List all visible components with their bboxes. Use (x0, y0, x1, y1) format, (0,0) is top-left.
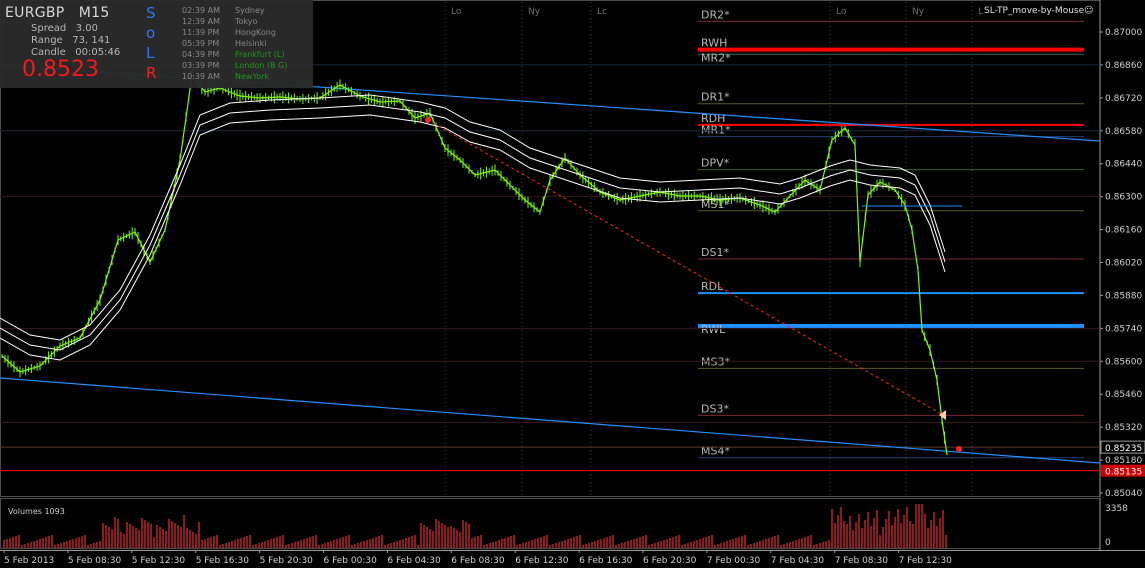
session-marker-label: Ny (912, 7, 925, 17)
letter-o: o (146, 24, 156, 42)
symbol-info-panel: EURGBP M15 Spread 3.00 Range 73, 141 Can… (0, 0, 313, 88)
price-tick-label: 0.85740 (1105, 324, 1142, 334)
trend-start-point (425, 117, 431, 123)
symbol-label: EURGBP M15 (5, 5, 110, 21)
session-name: HongKong (235, 28, 276, 37)
volume-subwindow[interactable]: 3358 0 (0, 498, 1145, 550)
time-tick-label: 5 Feb 20:30 (260, 556, 314, 566)
session-name: Tokyo (235, 17, 258, 26)
letter-l: L (146, 44, 155, 62)
smiley-icon: ☺ (1084, 6, 1094, 16)
letter-r: R (146, 64, 157, 82)
time-tick-label: 5 Feb 16:30 (196, 556, 250, 566)
price-tick-label: 0.85460 (1105, 390, 1142, 400)
price-tick-label: 0.86580 (1105, 127, 1142, 137)
price-tick-label: 0.86300 (1105, 193, 1142, 203)
ask-price-label: 0.85135 (1105, 468, 1142, 478)
pivot-level-label: DPV* (701, 157, 730, 170)
moving-average-band (0, 114, 946, 361)
time-tick-label: 6 Feb 20:30 (643, 556, 697, 566)
pivot-level-label: DR1* (701, 91, 730, 104)
moving-average-band (0, 94, 946, 341)
price-tick-label: 0.86860 (1105, 61, 1142, 71)
session-time: 03:39 PM (182, 61, 220, 70)
session-time: 04:39 PM (182, 50, 220, 59)
pivot-level-label: RDL (701, 280, 724, 293)
time-tick-label: 7 Feb 04:30 (771, 556, 825, 566)
time-tick-label: 7 Feb 12:30 (899, 556, 953, 566)
range-value: 73, 141 (72, 35, 111, 46)
session-marker-label: Lo (451, 7, 462, 17)
volume-zero-tick: 0 (1105, 538, 1111, 548)
price-tick-label: 0.85180 (1105, 456, 1142, 466)
session-time: 10:39 AM (182, 72, 220, 81)
price-tick-label: 0.85040 (1105, 489, 1142, 497)
pivot-level-label: RWL (701, 323, 726, 336)
session-name: Frankfurt (L) (235, 50, 285, 59)
time-tick-label: 7 Feb 00:30 (707, 556, 761, 566)
pivot-level-label: DS3* (701, 402, 729, 415)
volume-label: Volumes 1093 (8, 507, 65, 516)
volume-bars (3, 504, 947, 548)
price-tick-label: 0.86720 (1105, 94, 1142, 104)
time-axis[interactable]: 5 Feb 2013 5 Feb 08:30 5 Feb 12:30 5 Feb 16… (0, 550, 1145, 568)
session-marker-label: Ny (528, 7, 541, 17)
price-tick-label: 0.86020 (1105, 259, 1142, 269)
symbol-name: EURGBP (5, 5, 65, 21)
price-tick-label: 0.86440 (1105, 160, 1142, 170)
session-name: Sydney (235, 6, 265, 15)
session-time: 05:39 PM (182, 39, 220, 48)
price-tick-label: 0.87000 (1105, 28, 1142, 38)
current-price-dot (956, 446, 962, 452)
session-name: NewYork (235, 72, 270, 81)
session-marker-label: Lo (836, 7, 847, 17)
price-series (1, 73, 948, 456)
pivot-level-label: DR2* (701, 8, 730, 21)
range-label: Range (31, 35, 63, 46)
pivot-level-label: RWH (701, 37, 727, 50)
pivot-level-label: MR2* (701, 51, 731, 64)
session-time: 11:39 PM (182, 28, 220, 37)
price-tick-label: 0.85880 (1105, 291, 1142, 301)
session-time: 12:39 AM (182, 17, 220, 26)
time-tick-label: 6 Feb 04:30 (387, 556, 441, 566)
chart-window[interactable]: Lo Ny Lc Lo Ny L 0.87000 0.86860 0.86720 0.86580 0… (0, 0, 1145, 568)
price-tick-label: 0.86160 (1105, 226, 1142, 236)
spread-label: Spread (31, 23, 67, 34)
pivot-level-label: DS1* (701, 246, 729, 259)
time-tick-label: 5 Feb 08:30 (68, 556, 122, 566)
time-tick-label: 6 Feb 08:30 (451, 556, 505, 566)
spread-value: 3.00 (75, 23, 99, 34)
time-tick-label: 5 Feb 2013 (4, 556, 54, 566)
pivot-level-label: MR1* (701, 124, 731, 137)
time-tick-label: 6 Feb 16:30 (579, 556, 633, 566)
volume-max-tick: 3358 (1105, 504, 1128, 514)
timeframe-label: M15 (78, 5, 110, 21)
bid-price-label: 0.85235 (1105, 444, 1142, 454)
pivot-level-label: MS3* (701, 355, 730, 368)
range-row: Range 73, 141 (31, 35, 110, 46)
time-tick-label: 6 Feb 12:30 (515, 556, 569, 566)
channel-bottom-line (0, 377, 1101, 464)
current-price: 0.8523 (22, 57, 99, 82)
session-name: Helsinki (235, 39, 267, 48)
price-tick-label: 0.85320 (1105, 423, 1142, 433)
time-tick-label: 7 Feb 08:30 (835, 556, 889, 566)
spread-row: Spread 3.00 (31, 23, 98, 34)
session-name: London (B G) (235, 61, 288, 70)
indicator-name: SL-TP_move-by-Mouse (984, 6, 1085, 16)
moving-average-band (0, 104, 946, 351)
indicator-label: SL-TP_move-by-Mouse☺ (984, 6, 1094, 16)
session-marker-label: Lc (597, 7, 607, 17)
time-tick-label: 5 Feb 12:30 (132, 556, 186, 566)
letter-s: S (146, 4, 156, 22)
time-tick-label: 6 Feb 00:30 (324, 556, 378, 566)
price-tick-label: 0.85600 (1105, 357, 1142, 367)
session-marker-label: L (978, 7, 983, 17)
session-time: 02:39 AM (182, 6, 220, 15)
